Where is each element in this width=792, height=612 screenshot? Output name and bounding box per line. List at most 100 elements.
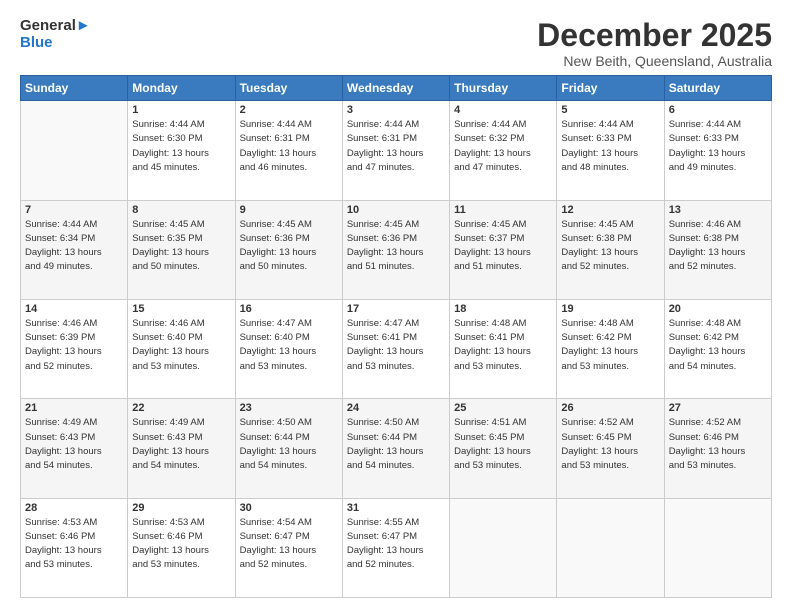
day-info: Sunrise: 4:47 AMSunset: 6:41 PMDaylight:… <box>347 317 445 374</box>
title-block: December 2025 New Beith, Queensland, Aus… <box>537 18 772 69</box>
calendar-week-1: 1 Sunrise: 4:44 AMSunset: 6:30 PMDaylight… <box>21 101 772 200</box>
table-row: 22 Sunrise: 4:49 AMSunset: 6:43 PMDayligh… <box>128 399 235 498</box>
day-number: 21 <box>25 402 123 414</box>
day-info: Sunrise: 4:46 AMSunset: 6:38 PMDaylight:… <box>669 218 767 275</box>
day-number: 10 <box>347 204 445 216</box>
table-row: 26 Sunrise: 4:52 AMSunset: 6:45 PMDayligh… <box>557 399 664 498</box>
table-row: 19 Sunrise: 4:48 AMSunset: 6:42 PMDayligh… <box>557 299 664 398</box>
table-row: 31 Sunrise: 4:55 AMSunset: 6:47 PMDayligh… <box>342 498 449 597</box>
table-row: 6 Sunrise: 4:44 AMSunset: 6:33 PMDaylight… <box>664 101 771 200</box>
day-number: 24 <box>347 402 445 414</box>
day-number: 22 <box>132 402 230 414</box>
page: General► Blue December 2025 New Beith, Q… <box>0 0 792 612</box>
day-number: 6 <box>669 104 767 116</box>
day-info: Sunrise: 4:54 AMSunset: 6:47 PMDaylight:… <box>240 516 338 573</box>
day-number: 25 <box>454 402 552 414</box>
day-info: Sunrise: 4:50 AMSunset: 6:44 PMDaylight:… <box>347 416 445 473</box>
day-number: 31 <box>347 502 445 514</box>
table-row: 21 Sunrise: 4:49 AMSunset: 6:43 PMDayligh… <box>21 399 128 498</box>
table-row <box>21 101 128 200</box>
day-info: Sunrise: 4:50 AMSunset: 6:44 PMDaylight:… <box>240 416 338 473</box>
day-number: 9 <box>240 204 338 216</box>
day-number: 18 <box>454 303 552 315</box>
day-number: 15 <box>132 303 230 315</box>
table-row: 14Sunrise: 4:46 AMSunset: 6:39 PMDayligh… <box>21 299 128 398</box>
day-number: 13 <box>669 204 767 216</box>
table-row: 29 Sunrise: 4:53 AMSunset: 6:46 PMDayligh… <box>128 498 235 597</box>
table-row <box>557 498 664 597</box>
day-number: 28 <box>25 502 123 514</box>
calendar-header-row: Sunday Monday Tuesday Wednesday Thursday… <box>21 76 772 101</box>
table-row: 28 Sunrise: 4:53 AMSunset: 6:46 PMDayligh… <box>21 498 128 597</box>
day-info: Sunrise: 4:48 AMSunset: 6:42 PMDaylight:… <box>561 317 659 374</box>
table-row: 12 Sunrise: 4:45 AMSunset: 6:38 PMDayligh… <box>557 200 664 299</box>
day-info: Sunrise: 4:44 AMSunset: 6:32 PMDaylight:… <box>454 118 552 175</box>
day-info: Sunrise: 4:49 AMSunset: 6:43 PMDaylight:… <box>132 416 230 473</box>
day-number: 8 <box>132 204 230 216</box>
day-info: Sunrise: 4:46 AMSunset: 6:40 PMDaylight:… <box>132 317 230 374</box>
location: New Beith, Queensland, Australia <box>537 53 772 69</box>
day-number: 26 <box>561 402 659 414</box>
day-info: Sunrise: 4:44 AMSunset: 6:33 PMDaylight:… <box>669 118 767 175</box>
table-row: 20Sunrise: 4:48 AMSunset: 6:42 PMDayligh… <box>664 299 771 398</box>
table-row: 30 Sunrise: 4:54 AMSunset: 6:47 PMDayligh… <box>235 498 342 597</box>
table-row: 24 Sunrise: 4:50 AMSunset: 6:44 PMDayligh… <box>342 399 449 498</box>
table-row: 7 Sunrise: 4:44 AMSunset: 6:34 PMDaylight… <box>21 200 128 299</box>
day-number: 23 <box>240 402 338 414</box>
day-number: 2 <box>240 104 338 116</box>
day-number: 19 <box>561 303 659 315</box>
table-row: 15 Sunrise: 4:46 AMSunset: 6:40 PMDayligh… <box>128 299 235 398</box>
day-info: Sunrise: 4:53 AMSunset: 6:46 PMDaylight:… <box>25 516 123 573</box>
day-number: 16 <box>240 303 338 315</box>
table-row: 18 Sunrise: 4:48 AMSunset: 6:41 PMDayligh… <box>450 299 557 398</box>
calendar-week-5: 28 Sunrise: 4:53 AMSunset: 6:46 PMDayligh… <box>21 498 772 597</box>
day-number: 11 <box>454 204 552 216</box>
day-info: Sunrise: 4:45 AMSunset: 6:37 PMDaylight:… <box>454 218 552 275</box>
table-row: 16Sunrise: 4:47 AMSunset: 6:40 PMDayligh… <box>235 299 342 398</box>
day-info: Sunrise: 4:48 AMSunset: 6:41 PMDaylight:… <box>454 317 552 374</box>
table-row: 27Sunrise: 4:52 AMSunset: 6:46 PMDayligh… <box>664 399 771 498</box>
day-number: 27 <box>669 402 767 414</box>
col-sunday: Sunday <box>21 76 128 101</box>
col-saturday: Saturday <box>664 76 771 101</box>
day-info: Sunrise: 4:44 AMSunset: 6:34 PMDaylight:… <box>25 218 123 275</box>
day-info: Sunrise: 4:51 AMSunset: 6:45 PMDaylight:… <box>454 416 552 473</box>
day-info: Sunrise: 4:45 AMSunset: 6:35 PMDaylight:… <box>132 218 230 275</box>
table-row: 1 Sunrise: 4:44 AMSunset: 6:30 PMDaylight… <box>128 101 235 200</box>
day-info: Sunrise: 4:53 AMSunset: 6:46 PMDaylight:… <box>132 516 230 573</box>
calendar-week-2: 7 Sunrise: 4:44 AMSunset: 6:34 PMDaylight… <box>21 200 772 299</box>
day-info: Sunrise: 4:45 AMSunset: 6:36 PMDaylight:… <box>240 218 338 275</box>
day-number: 3 <box>347 104 445 116</box>
header: General► Blue December 2025 New Beith, Q… <box>20 18 772 69</box>
col-tuesday: Tuesday <box>235 76 342 101</box>
day-info: Sunrise: 4:48 AMSunset: 6:42 PMDaylight:… <box>669 317 767 374</box>
day-number: 7 <box>25 204 123 216</box>
day-info: Sunrise: 4:44 AMSunset: 6:30 PMDaylight:… <box>132 118 230 175</box>
table-row: 23 Sunrise: 4:50 AMSunset: 6:44 PMDayligh… <box>235 399 342 498</box>
col-friday: Friday <box>557 76 664 101</box>
table-row <box>664 498 771 597</box>
table-row: 3Sunrise: 4:44 AMSunset: 6:31 PMDaylight… <box>342 101 449 200</box>
day-info: Sunrise: 4:45 AMSunset: 6:36 PMDaylight:… <box>347 218 445 275</box>
table-row: 2Sunrise: 4:44 AMSunset: 6:31 PMDaylight… <box>235 101 342 200</box>
col-wednesday: Wednesday <box>342 76 449 101</box>
table-row <box>450 498 557 597</box>
day-info: Sunrise: 4:49 AMSunset: 6:43 PMDaylight:… <box>25 416 123 473</box>
day-info: Sunrise: 4:44 AMSunset: 6:33 PMDaylight:… <box>561 118 659 175</box>
col-thursday: Thursday <box>450 76 557 101</box>
day-info: Sunrise: 4:45 AMSunset: 6:38 PMDaylight:… <box>561 218 659 275</box>
day-number: 12 <box>561 204 659 216</box>
calendar-table: Sunday Monday Tuesday Wednesday Thursday… <box>20 75 772 598</box>
day-info: Sunrise: 4:55 AMSunset: 6:47 PMDaylight:… <box>347 516 445 573</box>
table-row: 10 Sunrise: 4:45 AMSunset: 6:36 PMDayligh… <box>342 200 449 299</box>
calendar-week-3: 14Sunrise: 4:46 AMSunset: 6:39 PMDayligh… <box>21 299 772 398</box>
calendar-week-4: 21 Sunrise: 4:49 AMSunset: 6:43 PMDayligh… <box>21 399 772 498</box>
month-title: December 2025 <box>537 18 772 53</box>
day-info: Sunrise: 4:46 AMSunset: 6:39 PMDaylight:… <box>25 317 123 374</box>
day-number: 1 <box>132 104 230 116</box>
day-number: 5 <box>561 104 659 116</box>
day-number: 30 <box>240 502 338 514</box>
day-number: 29 <box>132 502 230 514</box>
day-info: Sunrise: 4:52 AMSunset: 6:45 PMDaylight:… <box>561 416 659 473</box>
logo: General► Blue <box>20 18 91 51</box>
